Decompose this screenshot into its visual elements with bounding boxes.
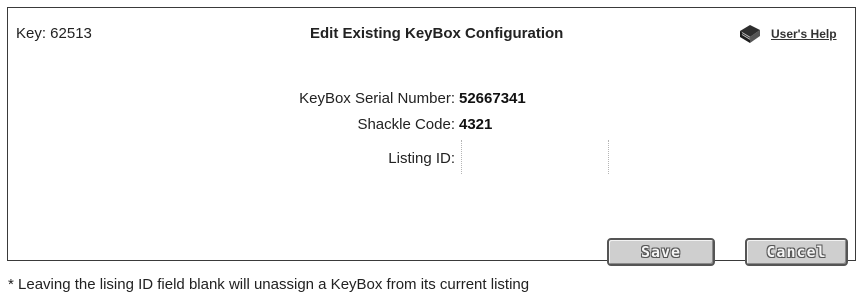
listing-id-row: Listing ID:	[388, 150, 455, 167]
serial-number-label: KeyBox Serial Number:	[299, 90, 455, 107]
serial-number-value: 52667341	[459, 90, 526, 107]
users-help-label[interactable]: User's Help	[771, 27, 837, 41]
listing-id-label: Listing ID:	[388, 150, 455, 167]
save-button[interactable]: Save	[607, 238, 715, 266]
cancel-button[interactable]: Cancel	[745, 238, 848, 266]
shackle-code-row: Shackle Code: 4321	[357, 116, 492, 133]
users-help-link[interactable]: User's Help	[737, 22, 837, 46]
configuration-panel	[7, 7, 856, 261]
listing-id-input[interactable]	[461, 140, 609, 174]
shackle-code-label: Shackle Code:	[357, 116, 455, 133]
key-label: Key: 62513	[16, 25, 92, 42]
footnote-text: * Leaving the lising ID field blank will…	[8, 276, 530, 293]
page-title: Edit Existing KeyBox Configuration	[310, 25, 564, 42]
serial-number-row: KeyBox Serial Number: 52667341	[299, 90, 526, 107]
shackle-code-value: 4321	[459, 116, 493, 133]
book-icon	[737, 22, 763, 46]
